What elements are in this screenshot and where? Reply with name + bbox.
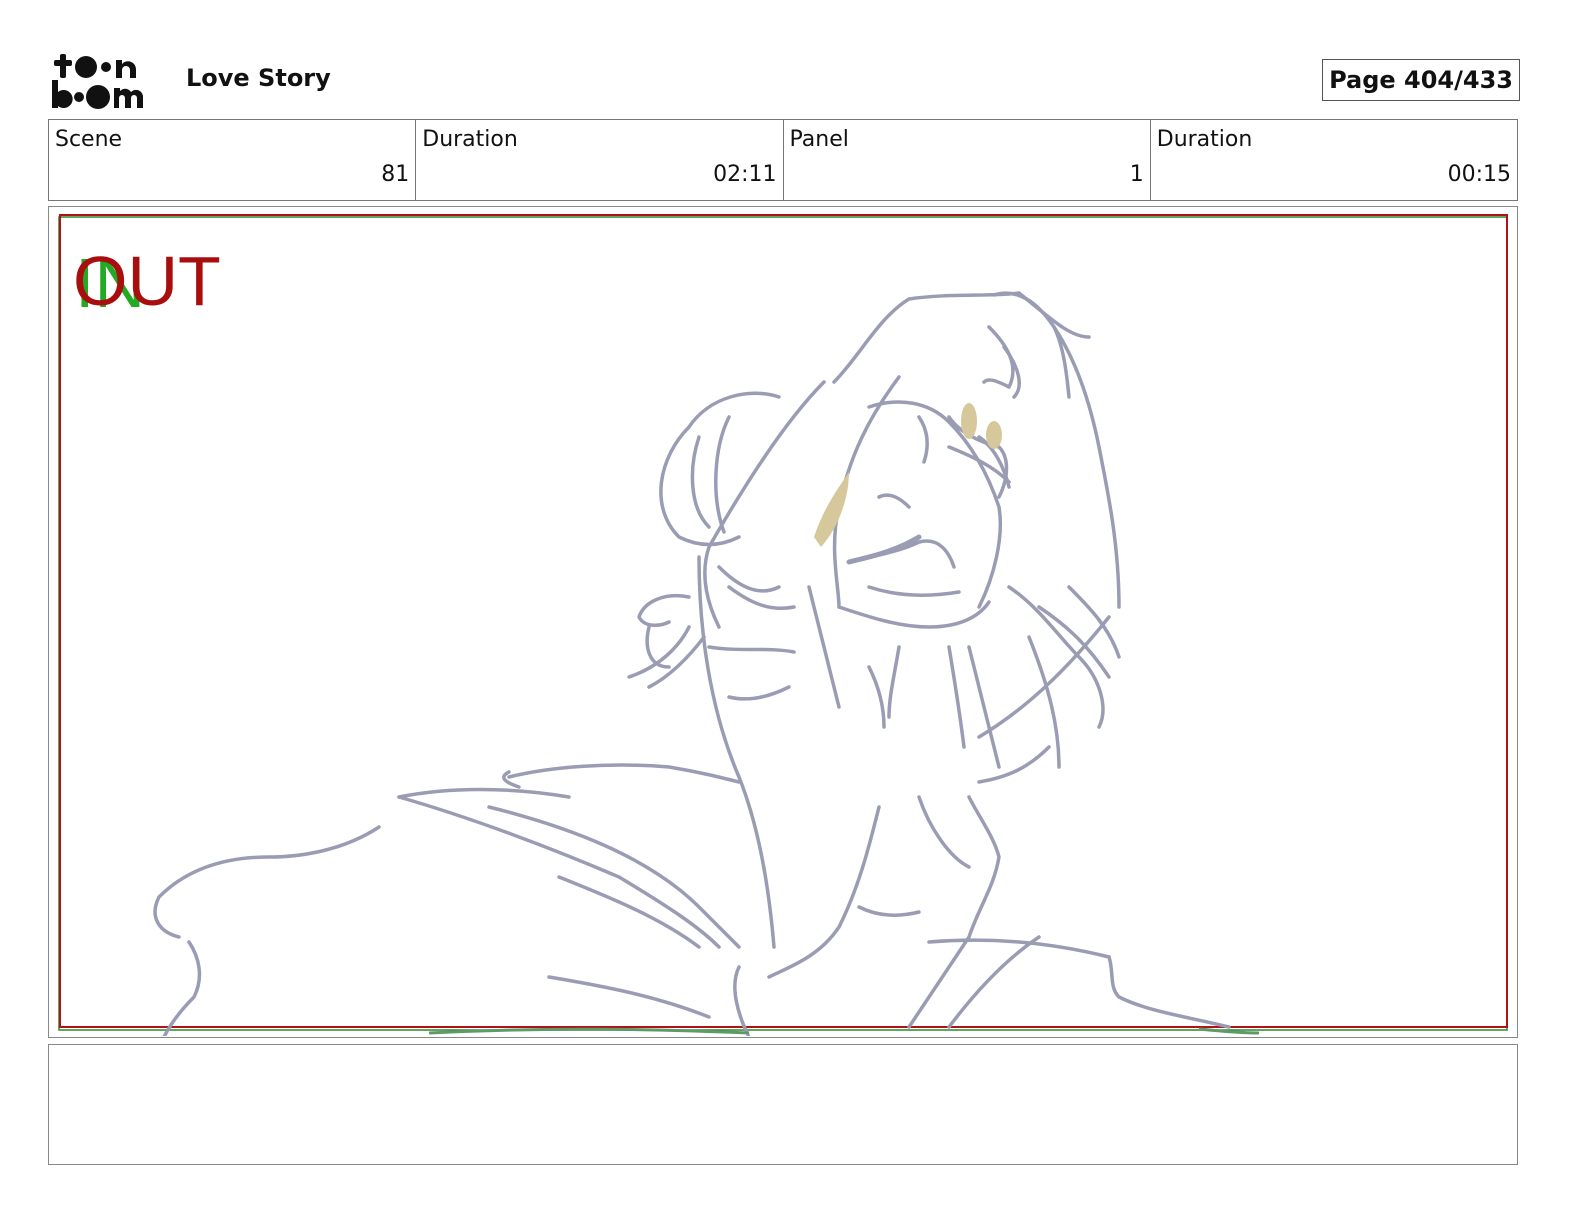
character-sketch <box>153 291 1231 1036</box>
hair-accent <box>814 403 1002 547</box>
panel-duration-value: 00:15 <box>1447 162 1511 187</box>
panel-value: 1 <box>1129 162 1144 187</box>
scene-duration-value: 02:11 <box>713 162 777 187</box>
toon-boom-logo <box>50 50 164 112</box>
panel-artwork: IN OUT <box>58 214 1508 1036</box>
project-title: Love Story <box>186 64 331 92</box>
page-number: Page 404/433 <box>1322 59 1520 101</box>
storyboard-panel: IN OUT <box>48 206 1518 1038</box>
scene-duration-cell: Duration 02:11 <box>416 120 784 200</box>
panel-cell: Panel 1 <box>784 120 1151 200</box>
scene-cell: Scene 81 <box>49 120 417 200</box>
panel-duration-cell: Duration 00:15 <box>1151 120 1517 200</box>
scene-value: 81 <box>381 162 410 187</box>
out-marker: OUT <box>73 242 221 320</box>
ground-line <box>428 1027 750 1035</box>
scene-duration-label: Duration <box>422 127 518 152</box>
title-safe-frame <box>59 214 1508 1028</box>
panel-duration-label: Duration <box>1156 127 1253 152</box>
info-table: Scene 81 Duration 02:11 Panel 1 Duration… <box>48 119 1518 201</box>
action-safe-frame <box>58 216 1508 1031</box>
panel-label: Panel <box>789 127 849 152</box>
scene-label: Scene <box>55 127 123 152</box>
panel-notes-box[interactable] <box>48 1044 1518 1165</box>
